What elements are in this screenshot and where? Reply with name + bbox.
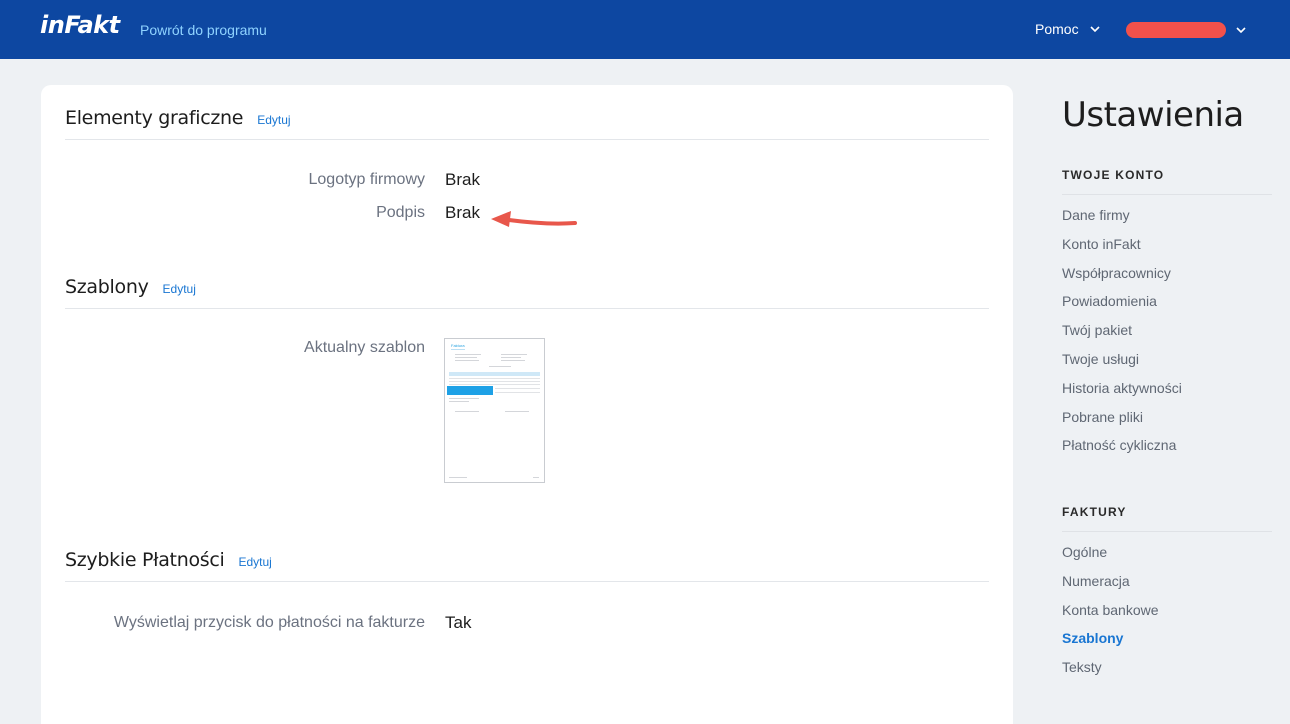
edit-payments-link[interactable]: Edytuj bbox=[239, 555, 272, 569]
sidebar-item-texts[interactable]: Teksty bbox=[1062, 659, 1272, 688]
sidebar-item-collaborators[interactable]: Współpracownicy bbox=[1062, 265, 1272, 294]
sidebar-invoices-group: FAKTURY Ogólne Numeracja Konta bankowe S… bbox=[1062, 505, 1272, 688]
chevron-down-icon bbox=[1090, 26, 1100, 33]
infakt-logo[interactable]: inFakt bbox=[40, 11, 120, 39]
settings-card: Elementy graficzne Edytuj Logotyp firmow… bbox=[41, 85, 1013, 724]
sidebar-item-bank-accounts[interactable]: Konta bankowe bbox=[1062, 602, 1272, 631]
logo-row: Logotyp firmowy Brak bbox=[41, 170, 1013, 195]
user-menu-redacted[interactable] bbox=[1126, 22, 1226, 38]
sidebar-item-general[interactable]: Ogólne bbox=[1062, 544, 1272, 573]
sidebar-item-plan[interactable]: Twój pakiet bbox=[1062, 322, 1272, 351]
sidebar-item-notifications[interactable]: Powiadomienia bbox=[1062, 293, 1272, 322]
help-menu[interactable]: Pomoc bbox=[1035, 21, 1101, 37]
section-title: Elementy graficzne bbox=[65, 107, 244, 129]
chevron-down-icon[interactable] bbox=[1235, 24, 1247, 36]
sidebar-item-downloads[interactable]: Pobrane pliki bbox=[1062, 409, 1272, 438]
payment-button-value: Tak bbox=[445, 613, 472, 632]
logo-value: Brak bbox=[445, 170, 480, 189]
help-label: Pomoc bbox=[1035, 21, 1079, 37]
template-thumbnail[interactable]: Faktura bbox=[444, 338, 545, 483]
payments-section-header: Szybkie Płatności Edytuj bbox=[65, 549, 989, 582]
sidebar-item-infakt-account[interactable]: Konto inFakt bbox=[1062, 236, 1272, 265]
annotation-arrow-icon bbox=[491, 211, 577, 227]
edit-templates-link[interactable]: Edytuj bbox=[163, 282, 196, 296]
signature-label: Podpis bbox=[376, 204, 425, 221]
logo-label: Logotyp firmowy bbox=[308, 171, 426, 188]
templates-section-header: Szablony Edytuj bbox=[65, 276, 989, 309]
section-title: Szybkie Płatności bbox=[65, 549, 225, 571]
sidebar-account-group: TWOJE KONTO Dane firmy Konto inFakt Wspó… bbox=[1062, 168, 1272, 466]
edit-graphics-link[interactable]: Edytuj bbox=[257, 113, 290, 127]
thumb-title: Faktura bbox=[451, 343, 465, 348]
back-to-app-link[interactable]: Powrót do programu bbox=[140, 22, 267, 38]
sidebar-item-templates[interactable]: Szablony bbox=[1062, 630, 1272, 659]
signature-value: Brak bbox=[445, 203, 480, 222]
sidebar-item-numbering[interactable]: Numeracja bbox=[1062, 573, 1272, 602]
graphics-section-header: Elementy graficzne Edytuj bbox=[65, 107, 989, 140]
sidebar-item-services[interactable]: Twoje usługi bbox=[1062, 351, 1272, 380]
payment-button-row: Wyświetlaj przycisk do płatności na fakt… bbox=[41, 613, 1013, 638]
section-title: Szablony bbox=[65, 276, 149, 298]
sidebar-item-company-data[interactable]: Dane firmy bbox=[1062, 207, 1272, 236]
sidebar-item-recurring-payment[interactable]: Płatność cykliczna bbox=[1062, 437, 1272, 466]
page-title: Ustawienia bbox=[1062, 95, 1244, 135]
payment-button-label: Wyświetlaj przycisk do płatności na fakt… bbox=[113, 614, 425, 631]
sidebar-heading-account: TWOJE KONTO bbox=[1062, 168, 1272, 195]
current-template-label: Aktualny szablon bbox=[304, 339, 425, 356]
sidebar-heading-invoices: FAKTURY bbox=[1062, 505, 1272, 532]
sidebar-item-activity-history[interactable]: Historia aktywności bbox=[1062, 380, 1272, 409]
top-bar: inFakt Powrót do programu Pomoc bbox=[0, 0, 1290, 59]
